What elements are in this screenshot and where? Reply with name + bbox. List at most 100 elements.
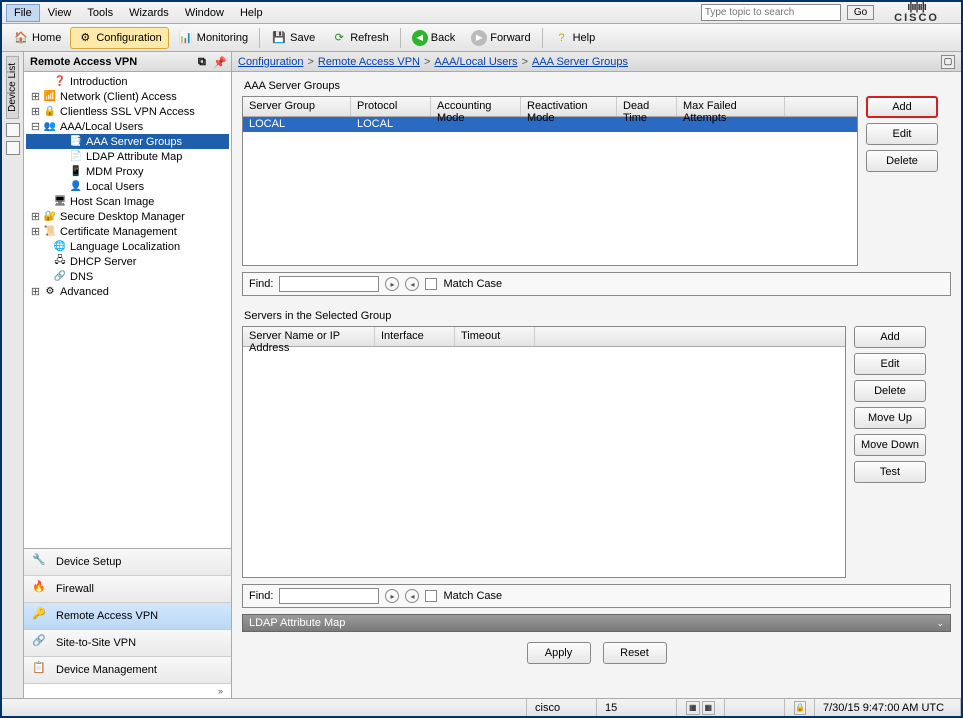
find-next-icon[interactable]: ▸: [385, 277, 399, 291]
tree-item[interactable]: ⊞🔐Secure Desktop Manager: [26, 209, 229, 224]
servers-find-input[interactable]: [279, 588, 379, 604]
lock-icon: 🔒: [794, 701, 806, 715]
category-label: Site-to-Site VPN: [56, 637, 136, 649]
category-more[interactable]: »: [24, 684, 231, 698]
servers-match-case-checkbox[interactable]: [425, 590, 437, 602]
breadcrumb-collapse-icon[interactable]: ▢: [941, 55, 955, 69]
tree-item[interactable]: ⊞🔒Clientless SSL VPN Access: [26, 104, 229, 119]
refresh-button[interactable]: ⟳Refresh: [324, 27, 396, 49]
crumb-aaa-local-users[interactable]: AAA/Local Users: [434, 56, 517, 68]
move-up-button[interactable]: Move Up: [854, 407, 926, 429]
find-next-icon-2[interactable]: ▸: [385, 589, 399, 603]
menu-wizards[interactable]: Wizards: [121, 4, 177, 22]
column-header[interactable]: Accounting Mode: [431, 97, 521, 116]
tree-toggle-icon[interactable]: ⊞: [30, 225, 41, 238]
tree-item[interactable]: ⊟👥AAA/Local Users: [26, 119, 229, 134]
add-button[interactable]: Add: [854, 326, 926, 348]
menu-file[interactable]: File: [6, 4, 40, 22]
groups-title: AAA Server Groups: [244, 80, 951, 92]
tree-item[interactable]: 🔗DNS: [26, 269, 229, 284]
tree-toggle-icon[interactable]: ⊞: [30, 210, 41, 223]
help-search-input[interactable]: [701, 4, 841, 21]
column-header[interactable]: Max Failed Attempts: [677, 97, 785, 116]
table-cell: [521, 117, 617, 132]
delete-button[interactable]: Delete: [866, 150, 938, 172]
crumb-configuration[interactable]: Configuration: [238, 56, 303, 68]
tree-item[interactable]: ⊞📜Certificate Management: [26, 224, 229, 239]
configuration-button[interactable]: ⚙Configuration: [70, 27, 168, 49]
add-button[interactable]: Add: [866, 96, 938, 118]
column-header[interactable]: Reactivation Mode: [521, 97, 617, 116]
find-label: Find:: [249, 278, 273, 290]
menu-tools[interactable]: Tools: [79, 4, 121, 22]
forward-button[interactable]: ►Forward: [464, 27, 537, 49]
column-header[interactable]: Protocol: [351, 97, 431, 116]
tree-toggle-icon[interactable]: ⊞: [30, 105, 41, 118]
tree-node-icon: 🖥: [53, 195, 67, 209]
column-header[interactable]: Dead Time: [617, 97, 677, 116]
column-header[interactable]: Server Name or IP Address: [243, 327, 375, 346]
tree-item[interactable]: 👤Local Users: [26, 179, 229, 194]
groups-find-input[interactable]: [279, 276, 379, 292]
servers-table[interactable]: Server Name or IP AddressInterfaceTimeou…: [242, 326, 846, 578]
sidebar-detach-icon[interactable]: ⧉: [198, 56, 210, 68]
category-item[interactable]: 🔗Site-to-Site VPN: [24, 630, 231, 657]
tree-item[interactable]: 🖥Host Scan Image: [26, 194, 229, 209]
tree-item[interactable]: 🌐Language Localization: [26, 239, 229, 254]
menu-window[interactable]: Window: [177, 4, 232, 22]
find-prev-icon[interactable]: ◂: [405, 277, 419, 291]
category-item[interactable]: 📋Device Management: [24, 657, 231, 684]
refresh-icon: ⟳: [331, 30, 347, 46]
tree-item[interactable]: 🖧DHCP Server: [26, 254, 229, 269]
monitoring-button[interactable]: 📊Monitoring: [171, 27, 255, 49]
tree-item[interactable]: 📱MDM Proxy: [26, 164, 229, 179]
apply-button[interactable]: Apply: [527, 642, 591, 664]
groups-match-case-checkbox[interactable]: [425, 278, 437, 290]
tree-label: Clientless SSL VPN Access: [59, 106, 195, 118]
tree-node-icon: 📄: [69, 150, 83, 164]
tree-item[interactable]: 📄LDAP Attribute Map: [26, 149, 229, 164]
tree-item[interactable]: ⊞⚙Advanced: [26, 284, 229, 299]
delete-button[interactable]: Delete: [854, 380, 926, 402]
edit-button[interactable]: Edit: [866, 123, 938, 145]
menu-help[interactable]: Help: [232, 4, 271, 22]
ldap-attribute-map-panel[interactable]: LDAP Attribute Map⌄: [242, 614, 951, 632]
tree-item[interactable]: 📑AAA Server Groups: [26, 134, 229, 149]
tree-label: Introduction: [69, 76, 127, 88]
groups-table[interactable]: Server GroupProtocolAccounting ModeReact…: [242, 96, 858, 266]
table-row[interactable]: LOCALLOCAL: [243, 117, 857, 132]
device-list-tab[interactable]: Device List: [6, 56, 19, 119]
tree-toggle-icon[interactable]: ⊟: [30, 120, 41, 133]
test-button[interactable]: Test: [854, 461, 926, 483]
find-prev-icon-2[interactable]: ◂: [405, 589, 419, 603]
tree-item[interactable]: ⊞📶Network (Client) Access: [26, 89, 229, 104]
crumb-aaa-server-groups[interactable]: AAA Server Groups: [532, 56, 628, 68]
left-dock: Device List: [2, 52, 24, 698]
back-icon: ◄: [412, 30, 428, 46]
category-item[interactable]: 🔑Remote Access VPN: [24, 603, 231, 630]
menu-view[interactable]: View: [40, 4, 80, 22]
status-icon-1[interactable]: ▦: [686, 701, 700, 715]
reset-button[interactable]: Reset: [603, 642, 667, 664]
tree-toggle-icon[interactable]: ⊞: [30, 285, 41, 298]
back-button[interactable]: ◄Back: [405, 27, 462, 49]
help-button[interactable]: ?Help: [547, 27, 603, 49]
nav-tree[interactable]: ❓Introduction⊞📶Network (Client) Access⊞🔒…: [24, 72, 231, 548]
home-button[interactable]: 🏠Home: [6, 27, 68, 49]
tree-toggle-icon[interactable]: ⊞: [30, 90, 41, 103]
edit-button[interactable]: Edit: [854, 353, 926, 375]
save-button[interactable]: 💾Save: [264, 27, 322, 49]
column-header[interactable]: Timeout: [455, 327, 535, 346]
tree-item[interactable]: ❓Introduction: [26, 74, 229, 89]
status-icon-2[interactable]: ▦: [702, 701, 716, 715]
column-header[interactable]: Server Group: [243, 97, 351, 116]
sidebar-pin-icon[interactable]: 📌: [213, 56, 225, 68]
column-header[interactable]: Interface: [375, 327, 455, 346]
category-item[interactable]: 🔥Firewall: [24, 576, 231, 603]
move-down-button[interactable]: Move Down: [854, 434, 926, 456]
crumb-remote-access-vpn[interactable]: Remote Access VPN: [318, 56, 420, 68]
help-search-go-button[interactable]: Go: [847, 5, 874, 20]
dock-button-2[interactable]: [6, 141, 20, 155]
dock-button-1[interactable]: [6, 123, 20, 137]
category-item[interactable]: 🔧Device Setup: [24, 549, 231, 576]
